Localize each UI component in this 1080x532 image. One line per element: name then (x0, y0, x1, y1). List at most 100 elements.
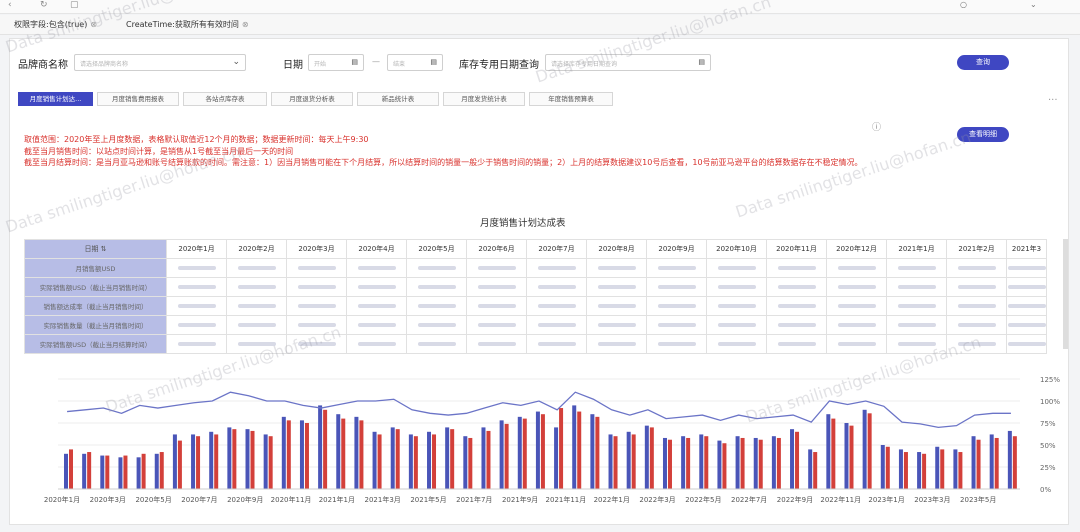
row-header: 实际销售数量（截止当月销售时间） (24, 315, 167, 335)
tab-annual-budget[interactable]: 年度销售预算表 (529, 92, 613, 106)
table-cell (526, 258, 587, 278)
redacted-value (1007, 266, 1046, 270)
bar (481, 427, 486, 489)
filter-chip[interactable]: 权限字段:包含(true) ⊗ (14, 19, 97, 30)
redacted-value (957, 266, 996, 270)
table-cell (226, 334, 287, 354)
bar (486, 430, 491, 489)
bar (953, 449, 958, 489)
redacted-value (237, 266, 276, 270)
x-tick-label: 2021年11月 (546, 495, 587, 504)
bar (717, 440, 722, 489)
notes: 取值范围：2020年至上月度数据，表格默认取值近12个月的数据；数据更新时间：每… (24, 134, 904, 169)
table-cell (886, 277, 947, 297)
table-cell (226, 315, 287, 335)
redacted-value (777, 304, 816, 308)
date-start-input[interactable]: 开始 ▤ (308, 54, 364, 71)
brand-select[interactable]: 请选择品牌商名称 ⌄ (74, 54, 246, 71)
table-corner-header[interactable]: 日期 ⇅ (24, 239, 167, 259)
refresh-icon[interactable]: ↻ (40, 0, 48, 10)
x-tick-label: 2021年9月 (502, 495, 538, 504)
redacted-value (597, 304, 636, 308)
tab-new-products[interactable]: 新品统计表 (357, 92, 439, 106)
bar (971, 436, 976, 489)
x-tick-label: 2022年3月 (639, 495, 675, 504)
bar (105, 455, 110, 489)
redacted-value (957, 285, 996, 289)
table-cell (646, 315, 707, 335)
redacted-value (657, 342, 696, 346)
bar (427, 431, 432, 489)
x-tick-label: 2020年7月 (181, 495, 217, 504)
table-cell (226, 258, 287, 278)
table-row: 实际销售额USD（截止当月结算时间） (24, 334, 1047, 354)
table-cell (226, 296, 287, 316)
bar (662, 437, 667, 489)
plan-table: 日期 ⇅ 2020年1月 2020年2月 2020年3月 2020年4月 202… (24, 239, 1047, 354)
redacted-value (297, 323, 336, 327)
table-cell (646, 296, 707, 316)
table-cell (466, 315, 527, 335)
month-header: 2020年4月 (346, 239, 407, 259)
bar (958, 452, 963, 489)
table-cell (886, 334, 947, 354)
date-label: 日期 (283, 60, 303, 71)
user-menu-icon[interactable]: ⌄ (1030, 0, 1037, 9)
table-cell (346, 277, 407, 297)
checkbox-icon[interactable]: ○ (960, 0, 967, 9)
table-cell (766, 277, 827, 297)
table-cell (526, 296, 587, 316)
bar (304, 423, 309, 489)
bar (595, 416, 600, 489)
date-end-placeholder: 结束 (393, 61, 406, 68)
bar (608, 434, 613, 489)
bar (844, 423, 849, 489)
bar (681, 436, 686, 489)
row-header: 月销售额USD (24, 258, 167, 278)
inventory-date-input[interactable]: 请选择库存专用日期查询 ▤ (545, 54, 711, 71)
redacted-value (837, 304, 876, 308)
more-icon[interactable]: ··· (1048, 95, 1058, 106)
bar (1012, 436, 1017, 489)
table-cell (406, 277, 467, 297)
close-icon[interactable]: ⊗ (90, 20, 97, 29)
bar (994, 437, 999, 489)
table-scrollbar[interactable] (1063, 239, 1068, 349)
bar (554, 427, 559, 489)
x-tick-label: 2021年1月 (319, 495, 355, 504)
inventory-date-label: 库存专用日期查询 (459, 60, 539, 71)
info-icon[interactable]: ⓘ (872, 120, 881, 133)
table-cell (406, 296, 467, 316)
filter-chip[interactable]: CreateTime:获取所有有效时间 ⊗ (126, 19, 249, 30)
view-detail-button[interactable]: 查看明细 (957, 127, 1009, 142)
table-cell (826, 296, 887, 316)
tab-returns[interactable]: 月度退货分析表 (271, 92, 353, 106)
tab-site-inventory[interactable]: 各站点库存表 (183, 92, 267, 106)
table-cell (406, 334, 467, 354)
bar (862, 409, 867, 489)
query-button[interactable]: 查询 (957, 55, 1009, 70)
bar (354, 416, 359, 489)
bar (377, 434, 382, 489)
bar (245, 429, 250, 489)
redacted-value (837, 342, 876, 346)
date-end-input[interactable]: 结束 ▤ (387, 54, 443, 71)
table-row: 实际销售额USD（截止当月销售时间） (24, 277, 1047, 297)
tab-monthly-plan[interactable]: 月度销售计划达... (18, 92, 93, 106)
redacted-value (357, 285, 396, 289)
table-cell (166, 296, 227, 316)
table-cell (466, 277, 527, 297)
back-icon[interactable]: ‹ (8, 0, 12, 10)
bar (123, 455, 128, 489)
x-tick-label: 2021年7月 (456, 495, 492, 504)
redacted-value (237, 323, 276, 327)
x-tick-label: 2020年3月 (90, 495, 126, 504)
redacted-value (657, 285, 696, 289)
brand-placeholder: 请选择品牌商名称 (80, 61, 129, 68)
close-icon[interactable]: ⊗ (242, 20, 249, 29)
tab-shipments[interactable]: 月度发货统计表 (443, 92, 525, 106)
bar (318, 405, 323, 489)
table-header-row: 日期 ⇅ 2020年1月 2020年2月 2020年3月 2020年4月 202… (24, 239, 1047, 259)
tab-monthly-cost[interactable]: 月度销售费用报表 (97, 92, 179, 106)
file-icon[interactable]: ▢ (70, 0, 79, 10)
